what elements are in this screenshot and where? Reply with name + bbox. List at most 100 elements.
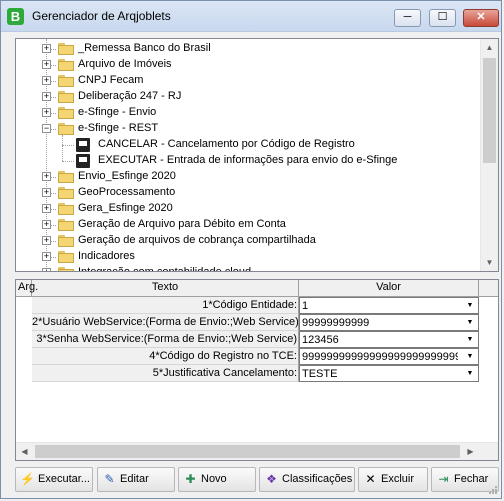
folder-icon: [58, 75, 74, 87]
scroll-up-arrow[interactable]: ▲: [481, 39, 498, 56]
action-toolbar: ⚡ Executar... ✎ Editar ✚ Novo ❖ Classificações ✕…: [15, 467, 499, 493]
tree-item-label: Geração de arquivos de cobrança comparti…: [78, 234, 316, 246]
header-arg[interactable]: Arg.: [16, 280, 38, 296]
chevron-down-icon[interactable]: ▼: [462, 366, 478, 381]
tree-item-label: Deliberação 247 - RJ: [78, 90, 182, 102]
folder-body: [58, 77, 74, 87]
classificações-label: Classificações: [282, 473, 353, 485]
header-valor[interactable]: Valor: [299, 280, 479, 296]
tree-folder-item[interactable]: + Geração de Arquivo para Débito em Conta: [16, 217, 482, 233]
expand-icon[interactable]: +: [42, 76, 51, 85]
scroll-down-arrow[interactable]: ▼: [481, 254, 498, 271]
tree-item-label: Geração de Arquivo para Débito em Conta: [78, 218, 286, 230]
grid-row[interactable]: 5*Justificativa Cancelamento: TESTE ▼: [16, 365, 498, 382]
tree-vertical-scrollbar[interactable]: ▲ ▼: [480, 39, 498, 271]
tree-item-label: Integração com contabilidade cloud: [78, 266, 252, 272]
argument-value-combobox[interactable]: 999999999999999999999999999 ▼: [299, 348, 479, 365]
grid-row[interactable]: 1*Código Entidade: 1 ▼: [16, 297, 498, 314]
new-icon: ✚: [185, 472, 196, 486]
scroll-thumb[interactable]: [483, 58, 496, 163]
chevron-down-icon[interactable]: ▼: [462, 298, 478, 313]
tree-item-label: GeoProcessamento: [78, 186, 176, 198]
tree-folder-item[interactable]: + Indicadores: [16, 249, 482, 265]
expand-icon[interactable]: +: [42, 188, 51, 197]
title-bar[interactable]: B Gerenciador de Arqjoblets ─ ☐ ✕: [1, 1, 501, 32]
grid-row[interactable]: 3*Senha WebService:(Forma de Envio:;Web …: [16, 331, 498, 348]
folder-body: [58, 253, 74, 263]
grid-horizontal-scrollbar[interactable]: ◀ ▶: [16, 442, 498, 460]
tree-folder-item[interactable]: + Envio_Esfinge 2020: [16, 169, 482, 185]
arguments-grid[interactable]: Arg. Texto Valor ◀ ▶ 1*Código Entidade: 1…: [15, 279, 499, 461]
tree-folder-item[interactable]: + Gera_Esfinge 2020: [16, 201, 482, 217]
folder-body: [58, 173, 74, 183]
expand-icon[interactable]: +: [42, 172, 51, 181]
folder-body: [58, 269, 74, 271]
tree-folder-item[interactable]: + Geração de arquivos de cobrança compart…: [16, 233, 482, 249]
expand-icon[interactable]: +: [42, 44, 51, 53]
excluir-button[interactable]: ✕ Excluir: [358, 467, 428, 492]
argument-value-combobox[interactable]: 99999999999 ▼: [299, 314, 479, 331]
expand-icon[interactable]: +: [42, 60, 51, 69]
expand-icon[interactable]: +: [42, 108, 51, 117]
scroll-right-arrow[interactable]: ▶: [462, 443, 479, 460]
tree-item-label: CANCELAR - Cancelamento por Código de Re…: [98, 138, 355, 150]
tree-folder-item[interactable]: + Integração com contabilidade cloud: [16, 265, 482, 272]
close-button[interactable]: ✕: [463, 9, 499, 27]
grid-row[interactable]: 2*Usuário WebService:(Forma de Envio:;We…: [16, 314, 498, 331]
tree-folder-item[interactable]: − e-Sfinge - REST: [16, 121, 482, 137]
novo-button[interactable]: ✚ Novo: [178, 467, 256, 492]
argument-value-combobox[interactable]: TESTE ▼: [299, 365, 479, 382]
grid-row[interactable]: 4*Código do Registro no TCE: 999999999999…: [16, 348, 498, 365]
argument-value-combobox[interactable]: 1 ▼: [299, 297, 479, 314]
tree-folder-item[interactable]: + _Remessa Banco do Brasil: [16, 41, 482, 57]
tree-folder-item[interactable]: + CNPJ Fecam: [16, 73, 482, 89]
tree-folder-item[interactable]: + e-Sfinge - Envio: [16, 105, 482, 121]
tree-folder-item[interactable]: + Arquivo de Imóveis: [16, 57, 482, 73]
folder-body: [58, 205, 74, 215]
folder-body: [58, 189, 74, 199]
minimize-button[interactable]: ─: [394, 9, 421, 27]
tree-leaf-item[interactable]: EXECUTAR - Entrada de informações para e…: [16, 153, 482, 169]
tree-item-label: _Remessa Banco do Brasil: [78, 42, 211, 54]
resize-grip-icon[interactable]: [488, 485, 498, 495]
tree-connector: [62, 161, 74, 162]
tree-item-label: CNPJ Fecam: [78, 74, 144, 86]
folder-icon: [58, 219, 74, 231]
expand-icon[interactable]: +: [42, 220, 51, 229]
folder-body: [58, 61, 74, 71]
splitter[interactable]: [15, 274, 499, 278]
tree-item-label: Indicadores: [78, 250, 135, 262]
editar-label: Editar: [120, 473, 149, 485]
chevron-down-icon[interactable]: ▼: [462, 315, 478, 330]
argument-label: 1*Código Entidade:: [32, 297, 299, 314]
executar-button[interactable]: ⚡ Executar...: [15, 467, 93, 492]
argument-label: 4*Código do Registro no TCE:: [32, 348, 299, 365]
argument-value: 99999999999: [302, 317, 370, 329]
tree-item-label: EXECUTAR - Entrada de informações para e…: [98, 154, 398, 166]
collapse-icon[interactable]: −: [42, 124, 51, 133]
argument-value-combobox[interactable]: 123456 ▼: [299, 331, 479, 348]
joblet-icon: [76, 138, 90, 152]
scroll-left-arrow[interactable]: ◀: [16, 443, 33, 460]
expand-icon[interactable]: +: [42, 92, 51, 101]
app-icon: B: [7, 8, 24, 25]
chevron-down-icon[interactable]: ▼: [462, 332, 478, 347]
grid-scroll-thumb[interactable]: [35, 445, 460, 458]
expand-icon[interactable]: +: [42, 204, 51, 213]
expand-icon[interactable]: +: [42, 252, 51, 261]
maximize-button[interactable]: ☐: [429, 9, 456, 27]
editar-button[interactable]: ✎ Editar: [97, 467, 175, 492]
header-texto[interactable]: Texto: [32, 280, 299, 296]
classificações-button[interactable]: ❖ Classificações: [259, 467, 355, 492]
novo-label: Novo: [201, 473, 227, 485]
chevron-down-icon[interactable]: ▼: [462, 349, 478, 364]
tree-leaf-item[interactable]: CANCELAR - Cancelamento por Código de Re…: [16, 137, 482, 153]
folder-body: [58, 45, 74, 55]
folder-body: [58, 109, 74, 119]
expand-icon[interactable]: +: [42, 236, 51, 245]
expand-icon[interactable]: +: [42, 268, 51, 271]
tree-folder-item[interactable]: + Deliberação 247 - RJ: [16, 89, 482, 105]
tree-folder-item[interactable]: + GeoProcessamento: [16, 185, 482, 201]
joblet-tree[interactable]: ▲ ▼ + _Remessa Banco do Brasil + Arquivo de…: [15, 38, 499, 272]
tree-item-label: Envio_Esfinge 2020: [78, 170, 176, 182]
